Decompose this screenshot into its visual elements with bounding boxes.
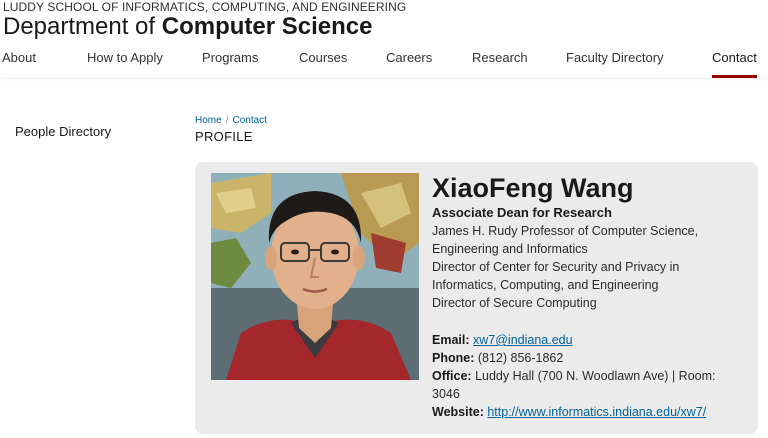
nav-item-faculty-directory[interactable]: Faculty Directory — [566, 50, 664, 65]
email-row: Email: xw7@indiana.edu — [432, 331, 752, 349]
profile-title-line: Director of Center for Security and Priv… — [432, 260, 680, 274]
breadcrumb-contact-link[interactable]: Contact — [232, 115, 266, 126]
page-section-label: PROFILE — [195, 129, 253, 144]
nav-item-careers[interactable]: Careers — [386, 50, 432, 65]
office-label: Office: — [432, 369, 472, 383]
profile-title-line: Engineering and Informatics — [432, 242, 588, 256]
office-row: Office: Luddy Hall (700 N. Woodlawn Ave)… — [432, 367, 752, 385]
nav-item-programs[interactable]: Programs — [202, 50, 258, 65]
department-title[interactable]: Department of Computer Science — [3, 12, 372, 42]
breadcrumb-separator: / — [225, 115, 229, 126]
sidebar-item-people-directory[interactable]: People Directory — [15, 124, 111, 139]
profile-name: XiaoFeng Wang — [432, 173, 634, 203]
profile-contact-info: Email: xw7@indiana.edu Phone: (812) 856-… — [432, 331, 752, 421]
phone-label: Phone: — [432, 351, 475, 365]
department-name: Computer Science — [161, 13, 373, 40]
breadcrumb-home-link[interactable]: Home — [195, 115, 222, 126]
phone-value: (812) 856-1862 — [477, 351, 564, 365]
main-nav: About How to Apply Programs Courses Care… — [0, 42, 768, 78]
website-link[interactable]: http://www.informatics.indiana.edu/xw7/ — [487, 405, 706, 419]
profile-titles: James H. Rudy Professor of Computer Scie… — [432, 222, 732, 312]
website-label: Website: — [432, 405, 484, 419]
office-value: Luddy Hall (700 N. Woodlawn Ave) | Room: — [475, 369, 716, 383]
email-label: Email: — [432, 333, 470, 347]
profile-title-line: Informatics, Computing, and Engineering — [432, 278, 659, 292]
nav-item-how-to-apply[interactable]: How to Apply — [87, 50, 163, 65]
profile-title-line: James H. Rudy Professor of Computer Scie… — [432, 224, 699, 238]
nav-divider — [0, 78, 768, 79]
website-row: Website: http://www.informatics.indiana.… — [432, 403, 752, 421]
phone-row: Phone: (812) 856-1862 — [432, 349, 752, 367]
nav-item-contact[interactable]: Contact — [712, 50, 757, 65]
office-room: 3046 — [432, 387, 460, 401]
email-link[interactable]: xw7@indiana.edu — [473, 333, 573, 347]
nav-item-about[interactable]: About — [2, 50, 36, 65]
profile-role: Associate Dean for Research — [432, 205, 612, 220]
nav-item-courses[interactable]: Courses — [299, 50, 347, 65]
nav-item-research[interactable]: Research — [472, 50, 528, 65]
breadcrumb: Home / Contact — [195, 115, 267, 126]
profile-photo — [211, 173, 419, 380]
department-prefix: Department of — [3, 13, 156, 40]
profile-title-line: Director of Secure Computing — [432, 296, 597, 310]
